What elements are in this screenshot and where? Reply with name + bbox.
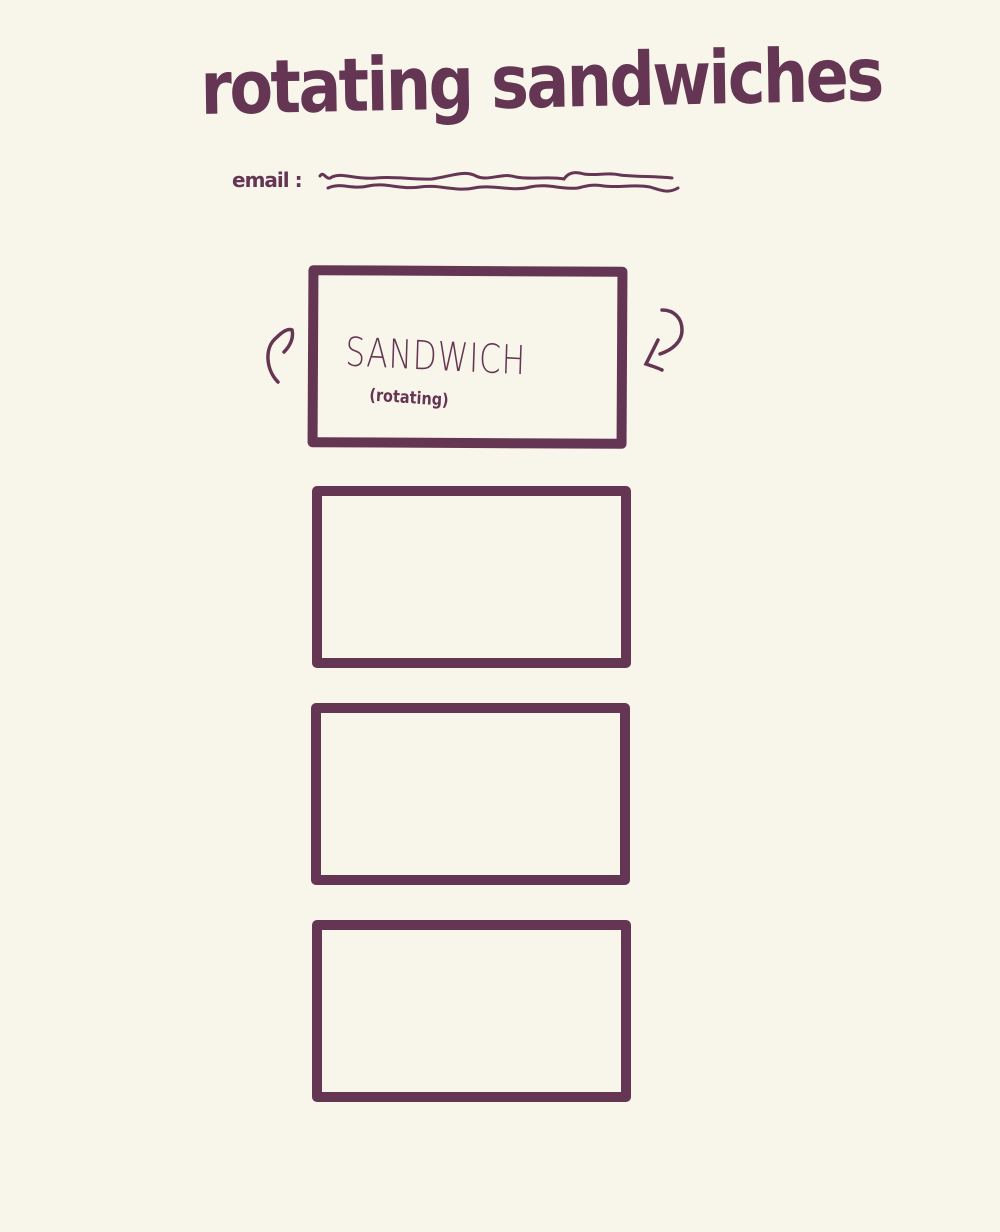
rotate-right-icon[interactable] (640, 302, 692, 376)
card-title: SANDWICH (344, 329, 527, 385)
sandwich-card[interactable]: SANDWICH (rotating) (307, 265, 628, 449)
rotate-left-icon[interactable] (258, 318, 302, 390)
sandwich-card-empty[interactable] (312, 920, 631, 1102)
sandwich-card-empty[interactable] (311, 703, 630, 885)
page-title: rotating sandwiches (199, 32, 883, 132)
email-field[interactable] (316, 168, 684, 202)
sandwich-card-empty[interactable] (312, 486, 631, 668)
email-label: email : (232, 168, 303, 192)
card-subtitle: (rotating) (368, 385, 450, 411)
